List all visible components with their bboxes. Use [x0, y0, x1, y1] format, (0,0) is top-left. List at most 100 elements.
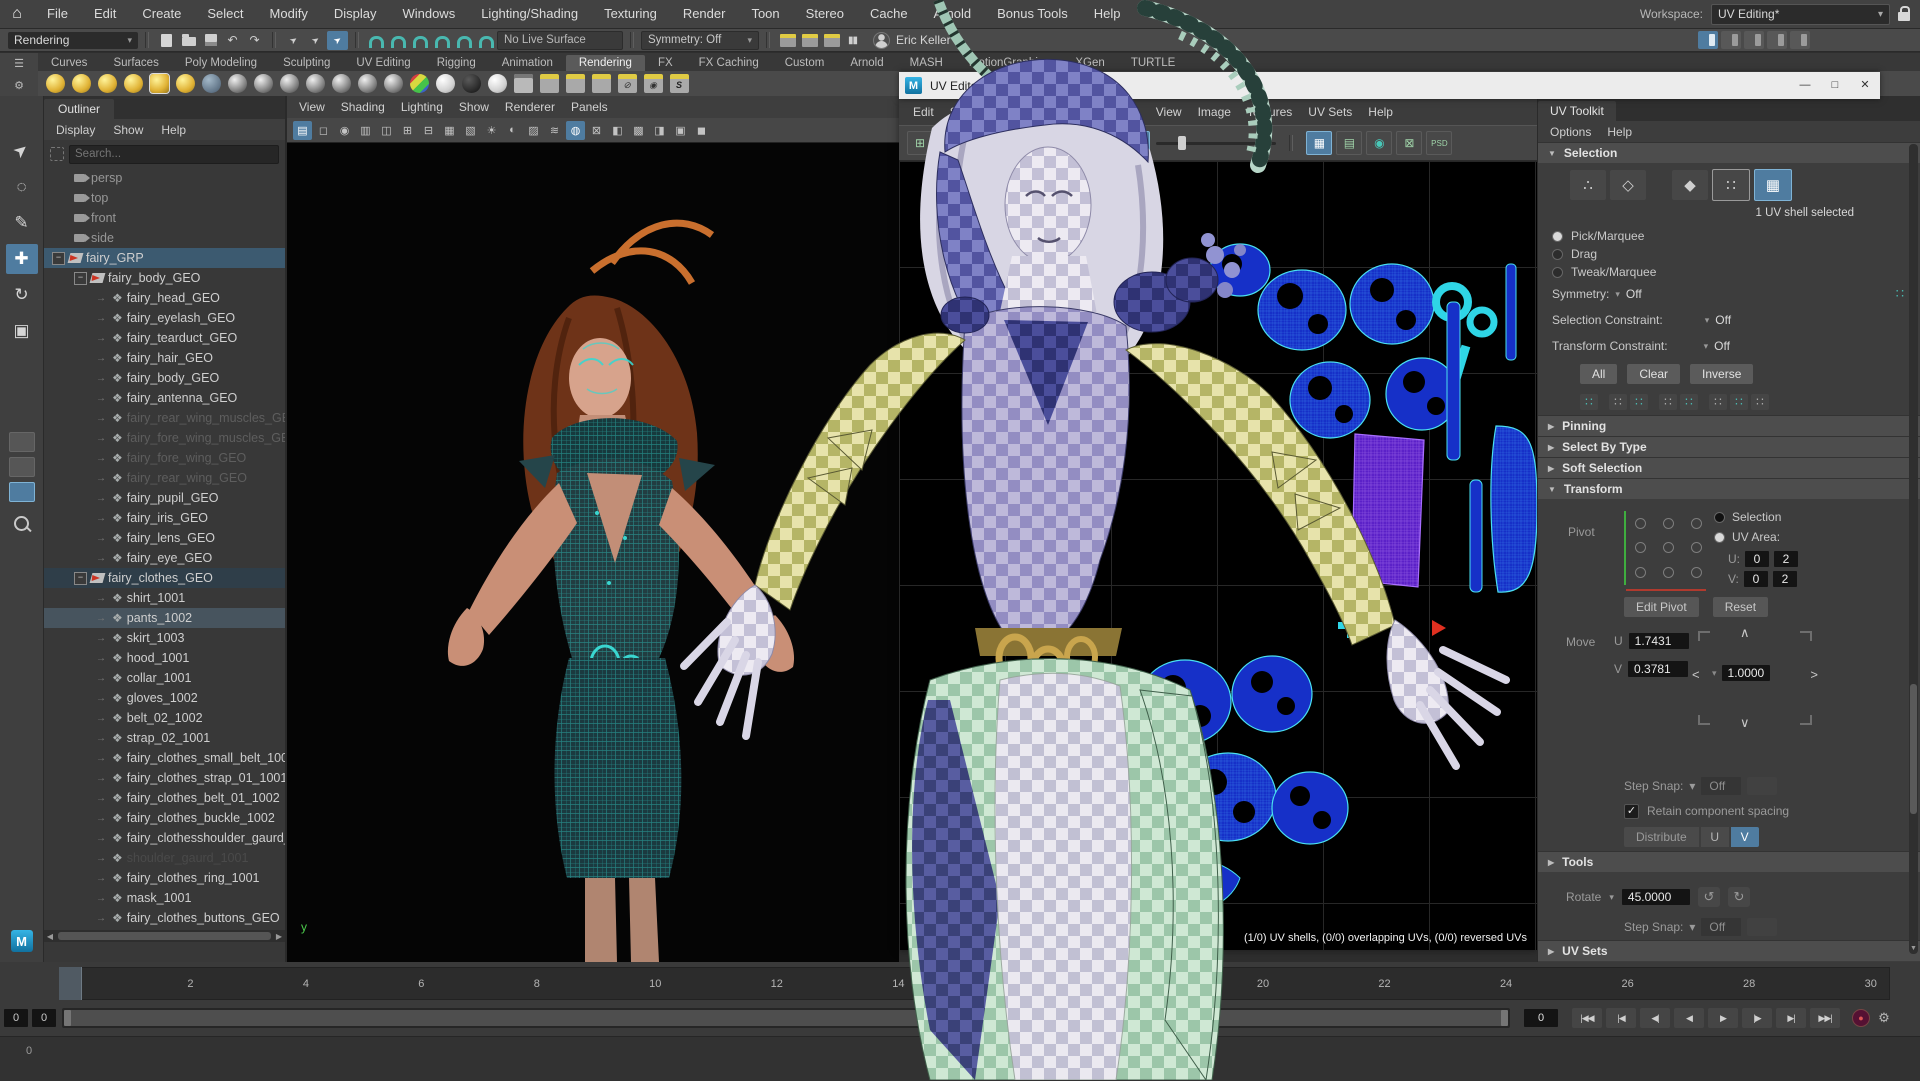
menu-item[interactable]: Create — [129, 0, 194, 28]
shelf-tab[interactable]: Arnold — [837, 55, 896, 71]
chevron-down-icon[interactable]: ▾ — [1705, 315, 1710, 326]
menu-item[interactable]: Display — [321, 0, 390, 28]
outliner-menu-item[interactable]: Help — [161, 123, 186, 137]
symmetry-selector[interactable]: Symmetry: Off▾ — [641, 31, 759, 50]
motion-blur-icon[interactable]: ≋ — [545, 121, 564, 140]
hypershade-window-icon[interactable] — [512, 73, 534, 95]
convert-to-face-alt-icon[interactable]: ∷ — [1709, 394, 1727, 410]
outliner-item[interactable]: →❖fairy_clothes_belt_01_1002 — [44, 788, 285, 808]
image-display-toggle[interactable]: ▤ — [1124, 131, 1150, 155]
shelf-tab[interactable]: Surfaces — [100, 55, 171, 71]
shelf-tab[interactable]: XGen — [1062, 55, 1117, 71]
outliner-item[interactable]: →❖fairy_clothes_ring_1001 — [44, 868, 285, 888]
display-image-icon[interactable]: ▤ — [1336, 131, 1362, 155]
standard-surface-icon[interactable] — [304, 73, 326, 95]
edit-pivot-button[interactable]: Edit Pivot — [1624, 597, 1699, 617]
uv-area-u-min[interactable]: 0 — [1745, 551, 1769, 567]
outliner-hscrollbar[interactable]: ◀ ▶ — [44, 930, 285, 942]
home-icon[interactable]: ⌂ — [0, 5, 34, 23]
xray-icon[interactable]: ▩ — [629, 121, 648, 140]
select-tool[interactable]: ➤ — [6, 136, 38, 166]
modeling-toolkit-toggle-icon[interactable] — [1698, 31, 1718, 49]
outliner-item[interactable]: →❖fairy_antenna_GEO — [44, 388, 285, 408]
outliner-item[interactable]: →❖shoulder_gaurd_1001 — [44, 848, 285, 868]
shelf-tab[interactable]: Curves — [38, 55, 100, 71]
move-u-field[interactable]: 1.7431 — [1629, 633, 1689, 649]
depth-of-field-icon[interactable]: ⊠ — [587, 121, 606, 140]
point-light-icon[interactable] — [44, 73, 66, 95]
toolkit-scrollbar[interactable]: ▼ — [1909, 144, 1918, 954]
uv-area-v-min[interactable]: 0 — [1744, 571, 1768, 587]
slider-knob[interactable] — [1178, 136, 1186, 150]
convert-to-edge-alt-icon[interactable]: ∷ — [1659, 394, 1677, 410]
range-slider-thumb[interactable] — [64, 1010, 1508, 1026]
shelf-tab[interactable]: MotionGraphics — [956, 55, 1063, 71]
directional-light-icon[interactable] — [96, 73, 118, 95]
user-account-menu[interactable]: Eric Keller ▾ — [873, 32, 961, 49]
make-live-icon[interactable] — [476, 31, 497, 50]
shelf-tab[interactable]: Rendering — [566, 55, 645, 71]
cancel-render-icon[interactable] — [616, 73, 638, 95]
pixel-snap-icon[interactable]: ▦ — [937, 131, 963, 155]
current-time-indicator[interactable] — [59, 967, 82, 1000]
outliner-menu-item[interactable]: Show — [113, 123, 143, 137]
nudge-up-button[interactable]: ∧ — [1740, 625, 1750, 641]
nudge-down-button[interactable]: ∨ — [1740, 715, 1750, 731]
ambient-light-icon[interactable] — [122, 73, 144, 95]
maximize-button[interactable]: □ — [1820, 72, 1850, 99]
redo-icon[interactable]: ↷ — [244, 31, 265, 50]
grid-toggle-icon[interactable]: ▦ — [440, 121, 459, 140]
viewport-menu-item[interactable]: Lighting — [401, 100, 443, 114]
anisotropic-material-icon[interactable] — [330, 73, 352, 95]
scroll-left-icon[interactable]: ◀ — [44, 932, 56, 941]
range-handle-right[interactable] — [1501, 1010, 1508, 1026]
four-pane-layout-button[interactable] — [9, 482, 35, 502]
menu-item[interactable]: Bonus Tools — [984, 0, 1081, 28]
distribute-button[interactable]: Distribute — [1624, 827, 1699, 847]
pivot-uv-area-radio[interactable]: UV Area: — [1714, 527, 1781, 547]
uv-grid-icon[interactable]: ⊞ — [907, 131, 933, 155]
rotate-tool[interactable]: ↻ — [6, 280, 38, 310]
screen-space-ao-icon[interactable]: ▨ — [524, 121, 543, 140]
outliner-item[interactable]: →❖fairy_clothesshoulder_gaurd_ — [44, 828, 285, 848]
convert-to-face-icon[interactable]: ∷ — [1680, 394, 1698, 410]
uv-editor-menu-item[interactable]: Textures — [1247, 105, 1292, 119]
outliner-item[interactable]: →❖skirt_1003 — [44, 628, 285, 648]
scrollbar-thumb[interactable] — [1910, 684, 1917, 814]
viewport-menu-item[interactable]: Shading — [341, 100, 385, 114]
hypershade-toggle-icon[interactable] — [1721, 31, 1741, 49]
paint-select-tool[interactable]: ✎ — [6, 208, 38, 238]
attribute-editor-toggle-icon[interactable] — [1767, 31, 1787, 49]
menu-item[interactable]: Stereo — [793, 0, 857, 28]
new-scene-icon[interactable] — [156, 31, 177, 50]
outliner-item[interactable]: →❖pants_1002 — [44, 608, 285, 628]
step-forward-key-button[interactable]: |▶ — [1742, 1008, 1772, 1028]
outliner-item[interactable]: →❖fairy_head_GEO — [44, 288, 285, 308]
update-psd-icon[interactable]: PSD — [1426, 131, 1452, 155]
menu-item[interactable]: Help — [1081, 0, 1134, 28]
shadows-toggle-icon[interactable]: ◐ — [503, 121, 522, 140]
selection-constraint-value[interactable]: Off — [1715, 313, 1731, 327]
isolate-select-icon[interactable]: ◧ — [608, 121, 627, 140]
uv-shell-mode-button[interactable]: ▦ — [1754, 169, 1792, 201]
outliner-item[interactable]: →❖fairy_clothes_buckle_1002 — [44, 808, 285, 828]
textured-mode-icon[interactable]: ▣ — [671, 121, 690, 140]
outliner-item[interactable]: →❖fairy_eye_GEO — [44, 548, 285, 568]
outliner-item[interactable]: →❖fairy_pupil_GEO — [44, 488, 285, 508]
step-forward-frame-button[interactable]: ▶| — [1776, 1008, 1806, 1028]
chevron-down-icon[interactable]: ▾ — [1609, 892, 1614, 903]
outliner-item[interactable]: →❖fairy_lens_GEO — [44, 528, 285, 548]
render-view-icon[interactable] — [642, 73, 664, 95]
convert-to-shell-icon[interactable]: ∷ — [1730, 394, 1748, 410]
lock-icon[interactable] — [1898, 12, 1910, 21]
uv-area-u-max[interactable]: 2 — [1774, 551, 1798, 567]
render-sequence-icon[interactable] — [590, 73, 612, 95]
outliner-item[interactable]: persp — [44, 168, 285, 188]
volume-light-icon[interactable] — [174, 73, 196, 95]
command-line-strip[interactable]: 0 — [0, 1036, 1920, 1081]
outliner-item[interactable]: →❖hood_1001 — [44, 648, 285, 668]
selection-action-button[interactable]: Inverse — [1690, 364, 1753, 384]
menu-item[interactable]: Lighting/Shading — [468, 0, 591, 28]
rotate-angle-field[interactable]: 45.0000 — [1622, 889, 1690, 905]
uv-editor-menu-item[interactable]: UV Sets — [1308, 105, 1352, 119]
